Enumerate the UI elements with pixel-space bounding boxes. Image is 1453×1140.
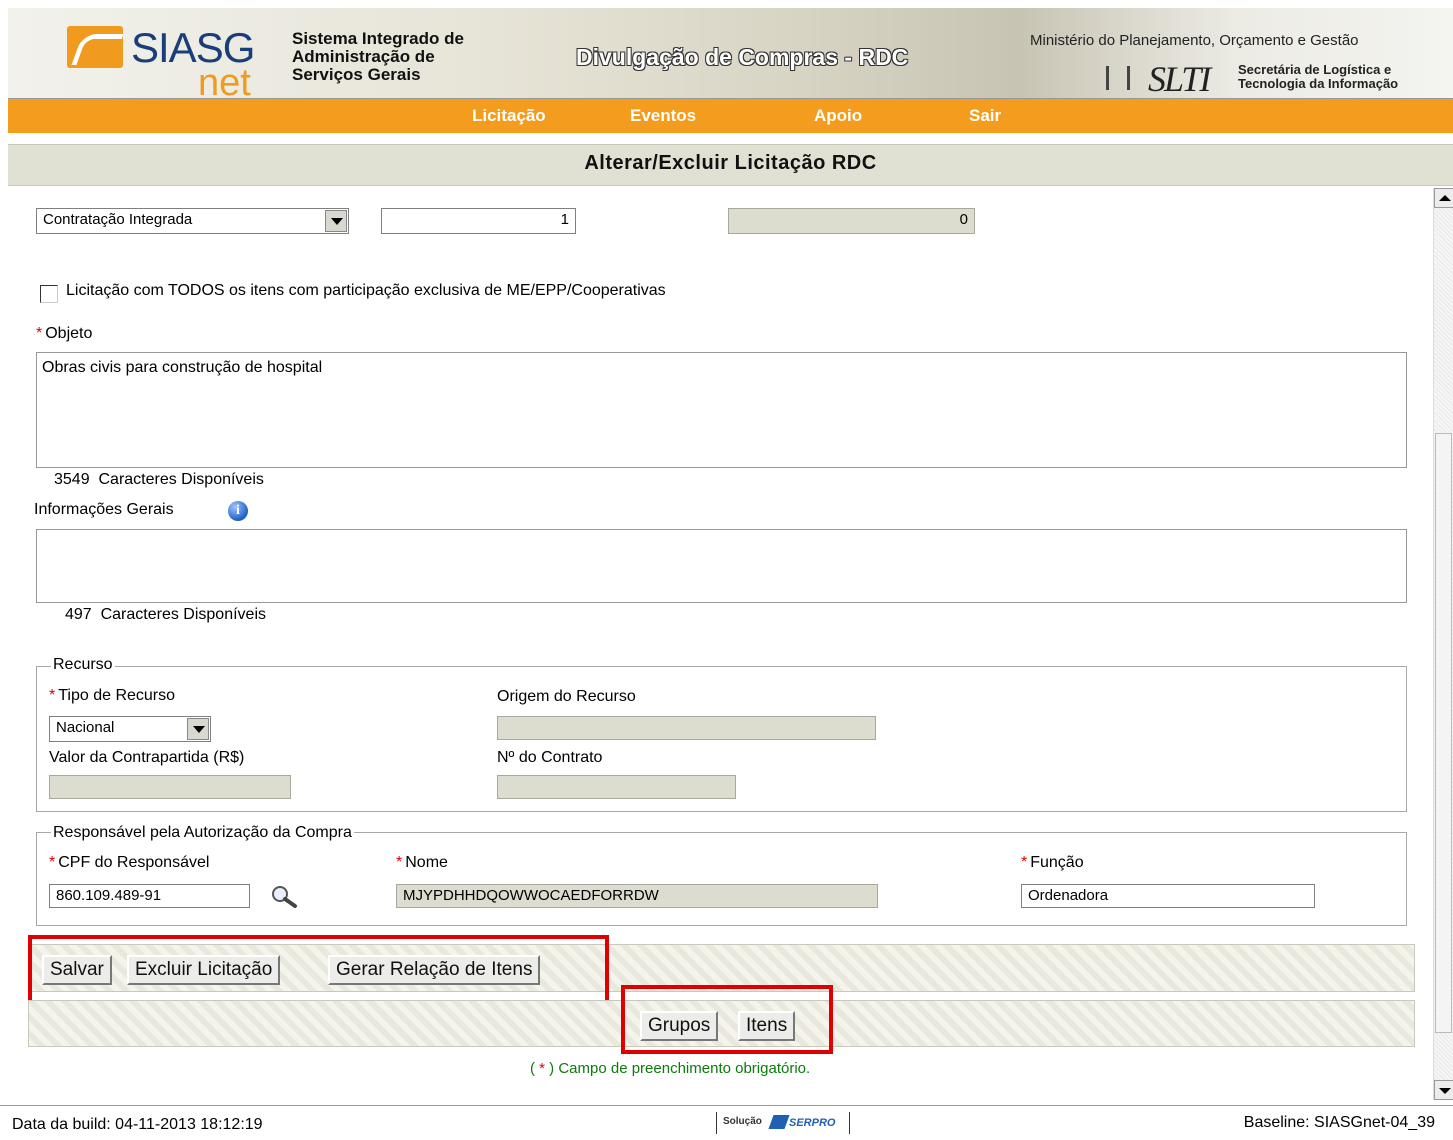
highlight-box-main-actions (28, 935, 609, 1004)
highlight-box-grupos-itens (621, 985, 833, 1054)
recurso-legend: Recurso (51, 656, 115, 674)
menu-item-sair[interactable]: Sair (969, 106, 1001, 126)
funcao-label-text: Função (1030, 854, 1084, 871)
responsavel-legend: Responsável pela Autorização da Compra (51, 824, 354, 842)
cpf-input[interactable]: 860.109.489-91 (49, 884, 250, 908)
vertical-scrollbar[interactable] (1433, 188, 1453, 1100)
required-note-text: ) Campo de preenchimento obrigatório. (545, 1060, 811, 1077)
siasgnet-logo: SIASG net (63, 20, 268, 98)
system-name-line1: Sistema Integrado de (292, 29, 464, 48)
nome-label-text: Nome (405, 854, 448, 871)
serpro-mark-icon (768, 1115, 790, 1129)
banner-title: Divulgação de Compras - RDC (576, 44, 909, 70)
scroll-up-arrow-icon[interactable] (1434, 188, 1453, 208)
ministry-name: Ministério do Planejamento, Orçamento e … (1030, 32, 1359, 49)
nome-label: * Nome (396, 854, 448, 872)
page-title: Alterar/Excluir Licitação RDC (584, 152, 877, 174)
baseline-version: Baseline: SIASGnet-04_39 (1243, 1114, 1435, 1131)
menu-item-apoio[interactable]: Apoio (814, 106, 862, 126)
slti-desc-line2: Tecnologia da Informação (1238, 76, 1399, 91)
exclusive-me-epp-label: Licitação com TODOS os itens com partici… (66, 282, 666, 299)
required-marker: * (49, 854, 56, 871)
contrapartida-label: Valor da Contrapartida (R$) (49, 749, 245, 766)
objeto-label: * Objeto (36, 325, 92, 343)
objeto-char-count: 3549 (54, 471, 90, 488)
page-title-bar: Alterar/Excluir Licitação RDC (8, 144, 1453, 186)
system-name-line2: Administração de (292, 47, 435, 66)
scroll-thumb[interactable] (1435, 433, 1452, 1033)
info-icon[interactable]: i (228, 501, 248, 521)
slti-description: Secretária de Logística e Tecnologia da … (1238, 63, 1453, 91)
funcao-label: * Função (1021, 854, 1084, 872)
serpro-brand-text: SERPRO (789, 1117, 836, 1129)
system-name: Sistema Integrado de Administração de Se… (292, 30, 512, 84)
contrato-field (497, 775, 736, 799)
serpro-logo: Solução SERPRO (716, 1112, 850, 1134)
search-icon[interactable] (268, 884, 298, 908)
required-marker: * (36, 325, 43, 342)
quantidade-itens-input[interactable]: 1 (381, 208, 576, 234)
required-field-note: ( * ) Campo de preenchimento obrigatório… (530, 1060, 810, 1077)
info-char-counter: 497 Caracteres Disponíveis (65, 606, 266, 624)
responsavel-fieldset (36, 832, 1407, 926)
scroll-down-arrow-icon[interactable] (1434, 1080, 1453, 1100)
slti-bars-icon (1106, 66, 1130, 90)
total-itens-field: 0 (728, 208, 975, 234)
logo-net-text: net (198, 62, 251, 99)
objeto-char-label: Caracteres Disponíveis (98, 471, 264, 488)
tipo-recurso-value: Nacional (56, 719, 115, 736)
required-marker: * (396, 854, 403, 871)
info-gerais-label: Informações Gerais (34, 501, 174, 518)
objeto-label-text: Objeto (45, 325, 93, 342)
objeto-textarea[interactable]: Obras civis para construção de hospital (36, 352, 1407, 468)
main-menu: Licitação Eventos Apoio Sair (8, 99, 1453, 133)
required-marker: * (1021, 854, 1028, 871)
chevron-down-icon[interactable] (187, 718, 209, 740)
contrapartida-field (49, 775, 291, 799)
slti-desc-line1: Secretária de Logística e (1238, 62, 1392, 77)
slti-logo: SLTI (1148, 59, 1211, 99)
funcao-input[interactable]: Ordenadora (1021, 884, 1315, 908)
origem-recurso-field (497, 716, 876, 740)
siasg-logo-icon (67, 26, 123, 68)
footer: Data da build: 04-11-2013 18:12:19 Soluç… (0, 1105, 1453, 1140)
info-char-label: Caracteres Disponíveis (100, 606, 266, 623)
tipo-recurso-select[interactable]: Nacional (49, 716, 211, 742)
header-banner: SIASG net Sistema Integrado de Administr… (8, 8, 1453, 99)
menu-item-licitacao[interactable]: Licitação (472, 106, 546, 126)
regime-select[interactable]: Contratação Integrada (36, 208, 349, 234)
system-name-line3: Serviços Gerais (292, 65, 421, 84)
info-char-count: 497 (65, 606, 92, 623)
objeto-char-counter: 3549 Caracteres Disponíveis (54, 471, 264, 489)
cpf-label-text: CPF do Responsável (58, 854, 210, 871)
required-marker: * (49, 687, 56, 704)
contrato-label: Nº do Contrato (497, 749, 603, 766)
nome-field: MJYPDHHDQOWWOCAEDFORRDW (396, 884, 878, 908)
solucao-text: Solução (723, 1116, 762, 1127)
tipo-recurso-label: * Tipo de Recurso (49, 687, 175, 705)
required-note-open: ( (530, 1060, 540, 1077)
info-gerais-textarea[interactable] (36, 529, 1407, 603)
menu-item-eventos[interactable]: Eventos (630, 106, 696, 126)
chevron-down-icon[interactable] (325, 210, 347, 232)
cpf-label: * CPF do Responsável (49, 854, 209, 872)
regime-select-value: Contratação Integrada (43, 211, 193, 228)
exclusive-me-epp-checkbox[interactable] (40, 285, 58, 303)
build-date: Data da build: 04-11-2013 18:12:19 (12, 1116, 263, 1133)
tipo-recurso-label-text: Tipo de Recurso (58, 687, 176, 704)
origem-recurso-label: Origem do Recurso (497, 688, 636, 705)
